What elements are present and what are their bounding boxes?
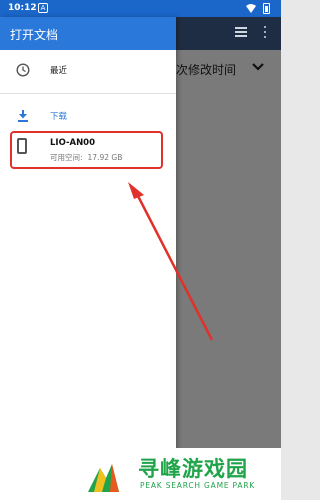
drawer-title: 打开文档: [10, 28, 59, 42]
watermark: 寻峰游戏园 PEAK SEARCH GAME PARK: [80, 448, 281, 500]
drawer-item-label: 最近: [50, 66, 68, 76]
highlight-box: [10, 131, 163, 169]
status-bar: 10:12 A: [0, 0, 281, 17]
drawer-header: 打开文档: [0, 17, 176, 50]
grid-view-icon[interactable]: [235, 27, 247, 37]
status-time: 10:12: [8, 3, 37, 13]
watermark-title: 寻峰游戏园: [138, 457, 248, 481]
drawer-item-recent[interactable]: 最近: [0, 55, 176, 85]
battery-icon: [263, 3, 270, 14]
more-vert-icon[interactable]: [263, 26, 267, 38]
wifi-icon: [246, 4, 256, 13]
download-icon: [18, 110, 28, 122]
drawer-divider: [0, 93, 176, 94]
mountain-logo-icon: [88, 464, 119, 492]
status-badge: A: [38, 3, 48, 13]
watermark-subtitle: PEAK SEARCH GAME PARK: [140, 481, 256, 490]
drawer-item-downloads[interactable]: 下载: [0, 101, 176, 131]
sort-label[interactable]: 次修改时间: [176, 61, 236, 78]
clock-icon: [16, 63, 30, 77]
chevron-down-icon[interactable]: [251, 60, 265, 74]
drawer-item-label: 下载: [50, 112, 68, 122]
navigation-drawer: 打开文档 最近 下载 LIO-AN00 可用空间: 17.92 GB: [0, 17, 176, 500]
